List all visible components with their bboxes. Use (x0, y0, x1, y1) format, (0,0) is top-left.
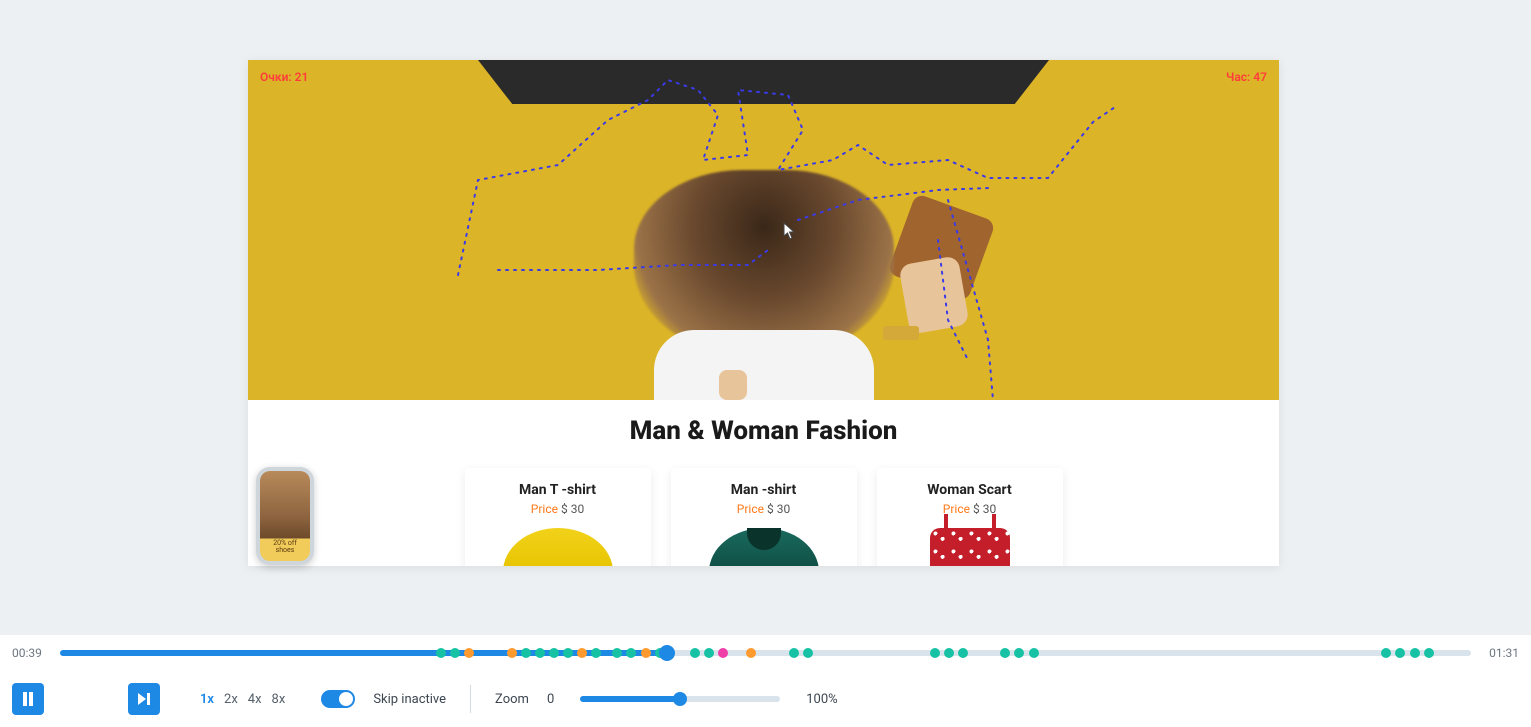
product-price: Price $ 30 (887, 502, 1053, 516)
player-controls: 00:39 01:31 1x 2x 4x 8x Skip inactive Zo… (0, 635, 1531, 727)
timeline-scrubber[interactable] (60, 650, 1471, 656)
timeline-event-marker[interactable] (1029, 648, 1039, 658)
section-title: Man & Woman Fashion (248, 416, 1279, 446)
thumb-promo-text: 20% off shoes (264, 540, 306, 555)
step-forward-icon (137, 692, 151, 706)
timeline-event-marker[interactable] (535, 648, 545, 658)
timeline-event-marker[interactable] (930, 648, 940, 658)
timeline-event-marker[interactable] (563, 648, 573, 658)
timeline-event-marker[interactable] (746, 648, 756, 658)
zoom-max: 100% (806, 692, 837, 707)
hover-preview-thumbnail: 20% off shoes (256, 467, 314, 565)
product-image (503, 528, 613, 566)
timeline-event-marker[interactable] (704, 648, 714, 658)
product-title: Man -shirt (681, 482, 847, 498)
time-current: 00:39 (12, 646, 48, 660)
timeline-event-marker[interactable] (1395, 648, 1405, 658)
timeline-event-marker[interactable] (690, 648, 700, 658)
pause-icon (22, 692, 34, 706)
product-title: Woman Scart (887, 482, 1053, 498)
timeline-event-marker[interactable] (944, 648, 954, 658)
product-price: Price $ 30 (681, 502, 847, 516)
timeline-event-marker[interactable] (718, 648, 728, 658)
zoom-slider[interactable] (580, 696, 780, 702)
product-image (709, 528, 819, 566)
hero-navbar (478, 60, 1049, 104)
timeline-event-marker[interactable] (958, 648, 968, 658)
speed-2x[interactable]: 2x (224, 692, 238, 707)
product-price: Price $ 30 (475, 502, 641, 516)
speed-1x[interactable]: 1x (200, 692, 214, 707)
timeline-event-marker[interactable] (591, 648, 601, 658)
timeline-event-marker[interactable] (464, 648, 474, 658)
timeline-event-marker[interactable] (1014, 648, 1024, 658)
overlay-score-label: Очки: 21 (260, 70, 308, 84)
zoom-label: Zoom (495, 692, 529, 707)
cursor-icon (783, 222, 797, 240)
product-image (930, 528, 1010, 566)
step-forward-button[interactable] (128, 683, 160, 715)
pause-button[interactable] (12, 683, 44, 715)
timeline-event-marker[interactable] (803, 648, 813, 658)
timeline-event-marker[interactable] (1424, 648, 1434, 658)
timeline-event-marker[interactable] (521, 648, 531, 658)
session-recording-viewport[interactable]: Очки: 21 Час: 47 Man & Woma (248, 60, 1279, 566)
divider (470, 685, 471, 713)
hero-person-illustration (574, 180, 954, 400)
skip-inactive-toggle[interactable] (321, 690, 355, 708)
timeline-event-marker[interactable] (612, 648, 622, 658)
product-grid: Man T -shirt Price $ 30 Man -shirt Price… (248, 468, 1279, 566)
time-total: 01:31 (1483, 646, 1519, 660)
timeline-event-marker[interactable] (1000, 648, 1010, 658)
timeline-event-marker[interactable] (626, 648, 636, 658)
overlay-time-label: Час: 47 (1226, 70, 1267, 84)
speed-8x[interactable]: 8x (272, 692, 286, 707)
speed-4x[interactable]: 4x (248, 692, 262, 707)
timeline-event-marker[interactable] (450, 648, 460, 658)
zoom-slider-handle[interactable] (673, 692, 687, 706)
product-card[interactable]: Man -shirt Price $ 30 (671, 468, 857, 566)
skip-inactive-label: Skip inactive (373, 692, 446, 707)
timeline-event-marker[interactable] (789, 648, 799, 658)
timeline-event-marker[interactable] (507, 648, 517, 658)
timeline-event-marker[interactable] (577, 648, 587, 658)
timeline-event-marker[interactable] (1381, 648, 1391, 658)
product-card[interactable]: Man T -shirt Price $ 30 (465, 468, 651, 566)
zoom-min: 0 (547, 692, 554, 707)
hero-banner: Очки: 21 Час: 47 (248, 60, 1279, 400)
timeline-event-marker[interactable] (549, 648, 559, 658)
timeline-event-marker[interactable] (1410, 648, 1420, 658)
playback-speed-group: 1x 2x 4x 8x (200, 692, 285, 707)
product-card[interactable]: Woman Scart Price $ 30 (877, 468, 1063, 566)
timeline-event-marker[interactable] (641, 648, 651, 658)
timeline-event-marker[interactable] (436, 648, 446, 658)
timeline-playhead[interactable] (659, 645, 675, 661)
product-title: Man T -shirt (475, 482, 641, 498)
